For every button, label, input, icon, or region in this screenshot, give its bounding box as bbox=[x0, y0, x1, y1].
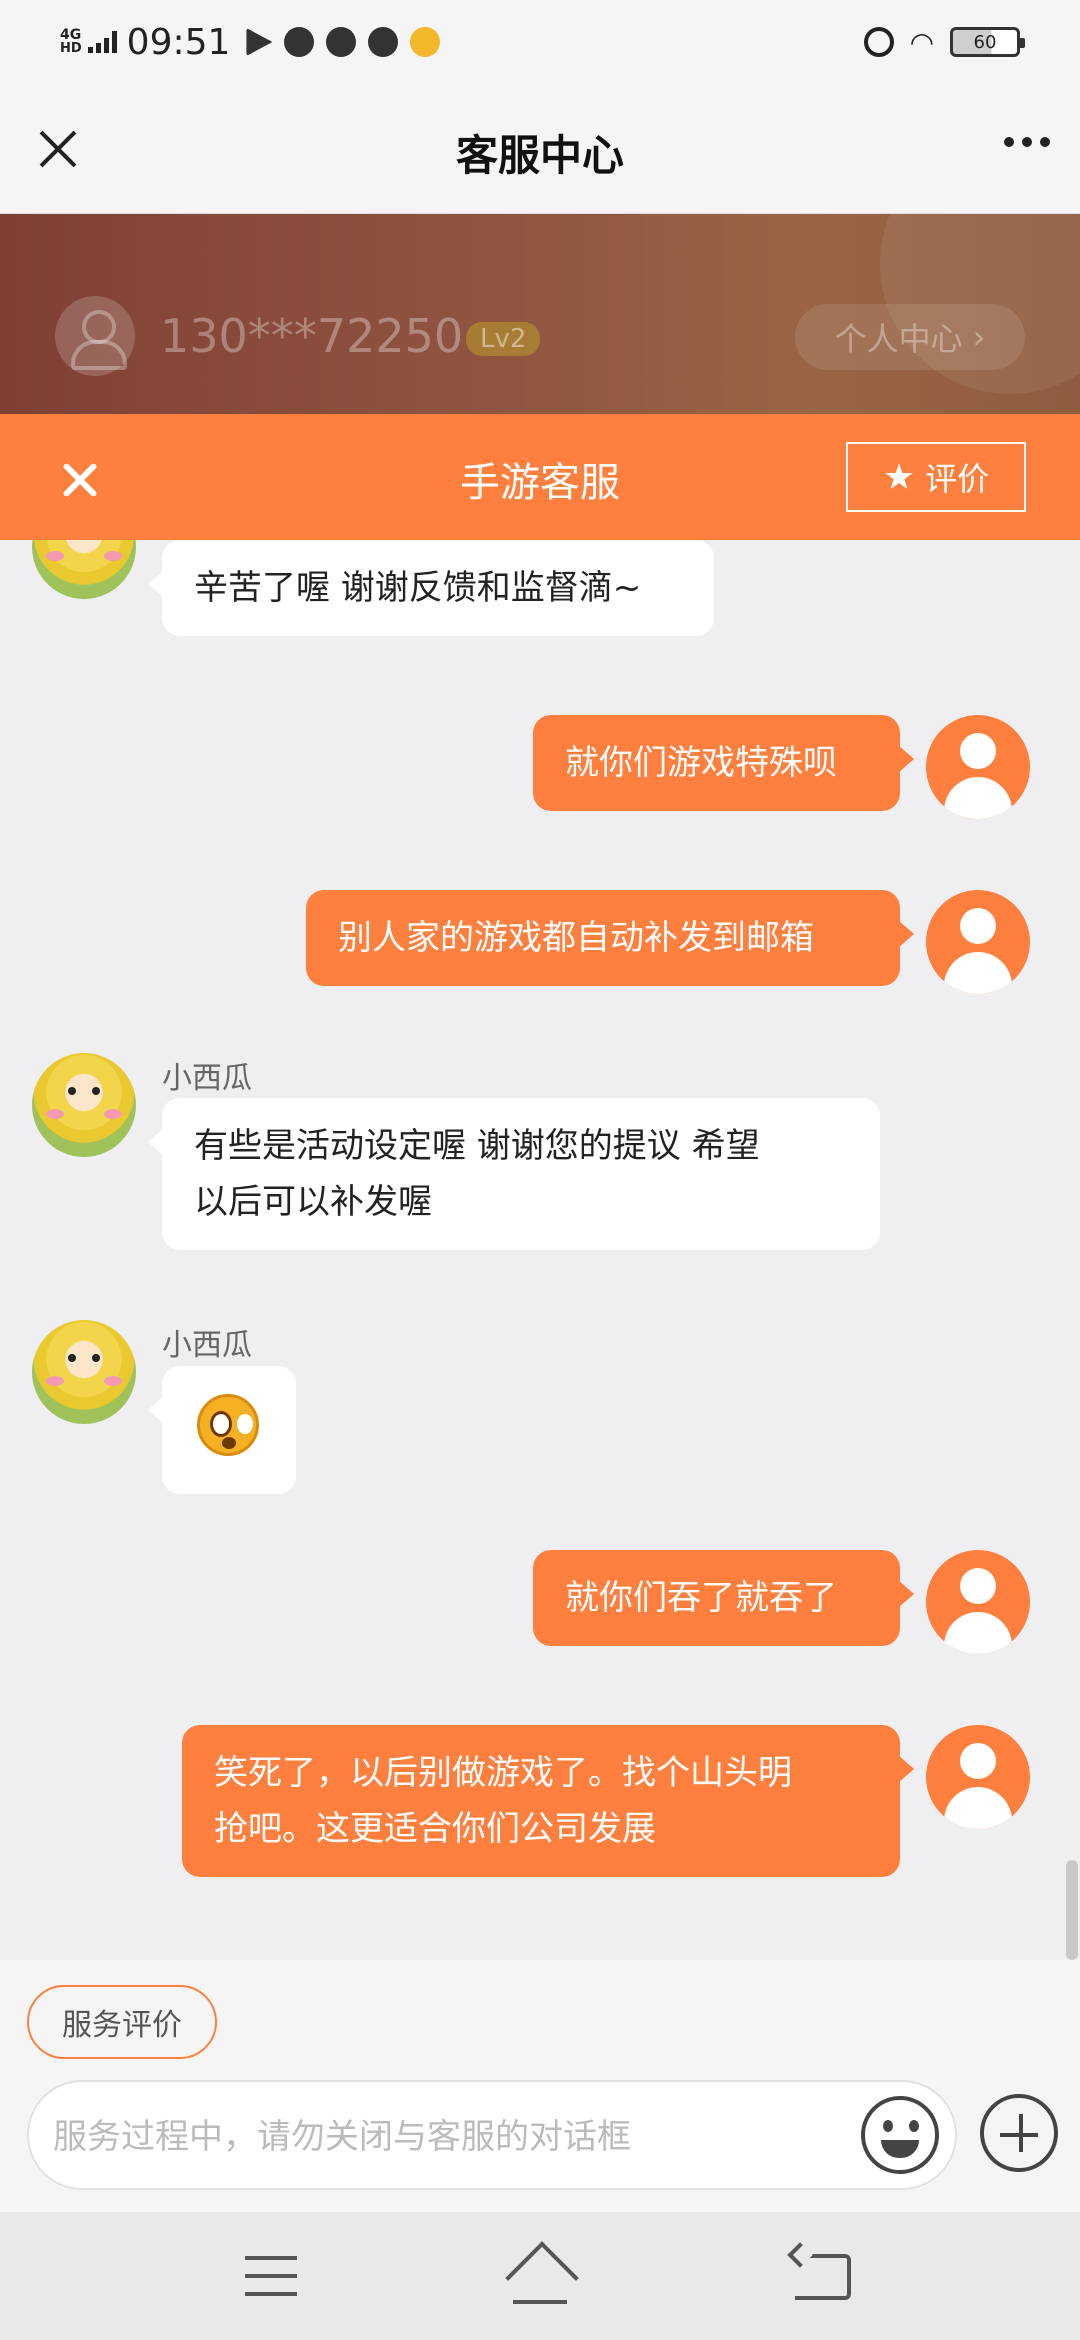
user-avatar bbox=[926, 1725, 1030, 1829]
message-input[interactable] bbox=[53, 2107, 833, 2167]
user-avatar bbox=[926, 1550, 1030, 1654]
plus-icon[interactable] bbox=[980, 2094, 1058, 2172]
message-input-box[interactable] bbox=[27, 2080, 957, 2190]
play-icon bbox=[246, 28, 273, 56]
composer-area: 服务评价 bbox=[0, 1960, 1080, 2212]
user-avatar bbox=[926, 890, 1030, 994]
network-indicator: 4G HD bbox=[60, 28, 82, 56]
agent-name: 小西瓜 bbox=[162, 1328, 252, 1363]
message-bubble: 辛苦了喔 谢谢反馈和监督滴~ bbox=[148, 540, 714, 636]
notification-icons bbox=[246, 27, 441, 57]
message-line: 以后可以补发喔 bbox=[194, 1182, 432, 1222]
network-sub: HD bbox=[60, 41, 82, 56]
chat-area[interactable]: 辛苦了喔 谢谢反馈和监督滴~ 就你们游戏特殊呗 别人家的游戏都自动补发到邮箱 小… bbox=[0, 540, 1080, 1960]
level-badge: Lv2 bbox=[466, 322, 541, 356]
more-icon[interactable] bbox=[1004, 137, 1050, 147]
message-text: 就你们吞了就吞了 bbox=[565, 1578, 837, 1618]
message-line: 抢吧。这更适合你们公司发展 bbox=[214, 1809, 656, 1849]
battery-icon: 60 bbox=[950, 27, 1025, 57]
message-line: 有些是活动设定喔 谢谢您的提议 希望 bbox=[194, 1126, 760, 1166]
user-phone: 130***72250 bbox=[160, 309, 464, 363]
agent-avatar bbox=[32, 540, 136, 599]
customer-service-bar: 手游客服 ★ 评价 bbox=[0, 414, 1080, 540]
system-nav-bar bbox=[0, 2212, 1080, 2340]
compass-icon bbox=[284, 27, 315, 57]
star-icon: ★ bbox=[882, 456, 916, 498]
message-bubble: 有些是活动设定喔 谢谢您的提议 希望 以后可以补发喔 bbox=[148, 1098, 880, 1250]
agent-avatar bbox=[32, 1320, 136, 1424]
status-bar: 4G HD 09:51 ◠ 60 bbox=[0, 0, 1080, 84]
service-rating-button[interactable]: 服务评价 bbox=[27, 1985, 217, 2059]
home-icon[interactable] bbox=[505, 2248, 575, 2304]
back-icon[interactable] bbox=[795, 2254, 851, 2300]
emoji-bubble bbox=[148, 1366, 296, 1494]
user-avatar bbox=[926, 715, 1030, 819]
rate-label: 评价 bbox=[925, 460, 990, 498]
flame-icon bbox=[326, 27, 357, 57]
alarm-icon bbox=[863, 27, 894, 57]
message-bubble: 别人家的游戏都自动补发到邮箱 bbox=[306, 890, 914, 986]
battery-level: 60 bbox=[973, 31, 997, 53]
message-bubble: 就你们游戏特殊呗 bbox=[533, 715, 914, 811]
agent-avatar bbox=[32, 1053, 136, 1157]
signal-icon bbox=[87, 31, 117, 53]
message-line: 笑死了，以后别做游戏了。找个山头明 bbox=[214, 1753, 792, 1793]
surprised-face-icon bbox=[197, 1394, 259, 1456]
app-header: 客服中心 bbox=[0, 84, 1080, 214]
personal-center-label: 个人中心 bbox=[834, 320, 963, 358]
user-avatar-icon bbox=[55, 296, 135, 376]
message-text: 别人家的游戏都自动补发到邮箱 bbox=[338, 918, 814, 958]
agent-name: 小西瓜 bbox=[162, 1061, 252, 1096]
mascot-icon bbox=[410, 27, 441, 57]
user-banner: 130***72250 Lv2 个人中心 › bbox=[0, 214, 1080, 414]
search-app-icon bbox=[368, 27, 399, 57]
page-title: 客服中心 bbox=[455, 131, 624, 180]
personal-center-button[interactable]: 个人中心 › bbox=[795, 304, 1025, 370]
message-bubble: 就你们吞了就吞了 bbox=[533, 1550, 914, 1646]
chat-scrollbar[interactable] bbox=[1066, 1860, 1078, 1960]
message-text: 就你们游戏特殊呗 bbox=[565, 743, 837, 783]
wifi-icon: ◠ bbox=[909, 25, 934, 59]
rate-button[interactable]: ★ 评价 bbox=[846, 442, 1026, 512]
emoji-icon[interactable] bbox=[861, 2096, 939, 2174]
message-bubble: 笑死了，以后别做游戏了。找个山头明 抢吧。这更适合你们公司发展 bbox=[182, 1725, 914, 1877]
message-text: 辛苦了喔 谢谢反馈和监督滴~ bbox=[194, 568, 642, 608]
menu-icon[interactable] bbox=[245, 2256, 297, 2296]
chevron-right-icon: › bbox=[972, 318, 986, 356]
status-time: 09:51 bbox=[126, 21, 231, 63]
